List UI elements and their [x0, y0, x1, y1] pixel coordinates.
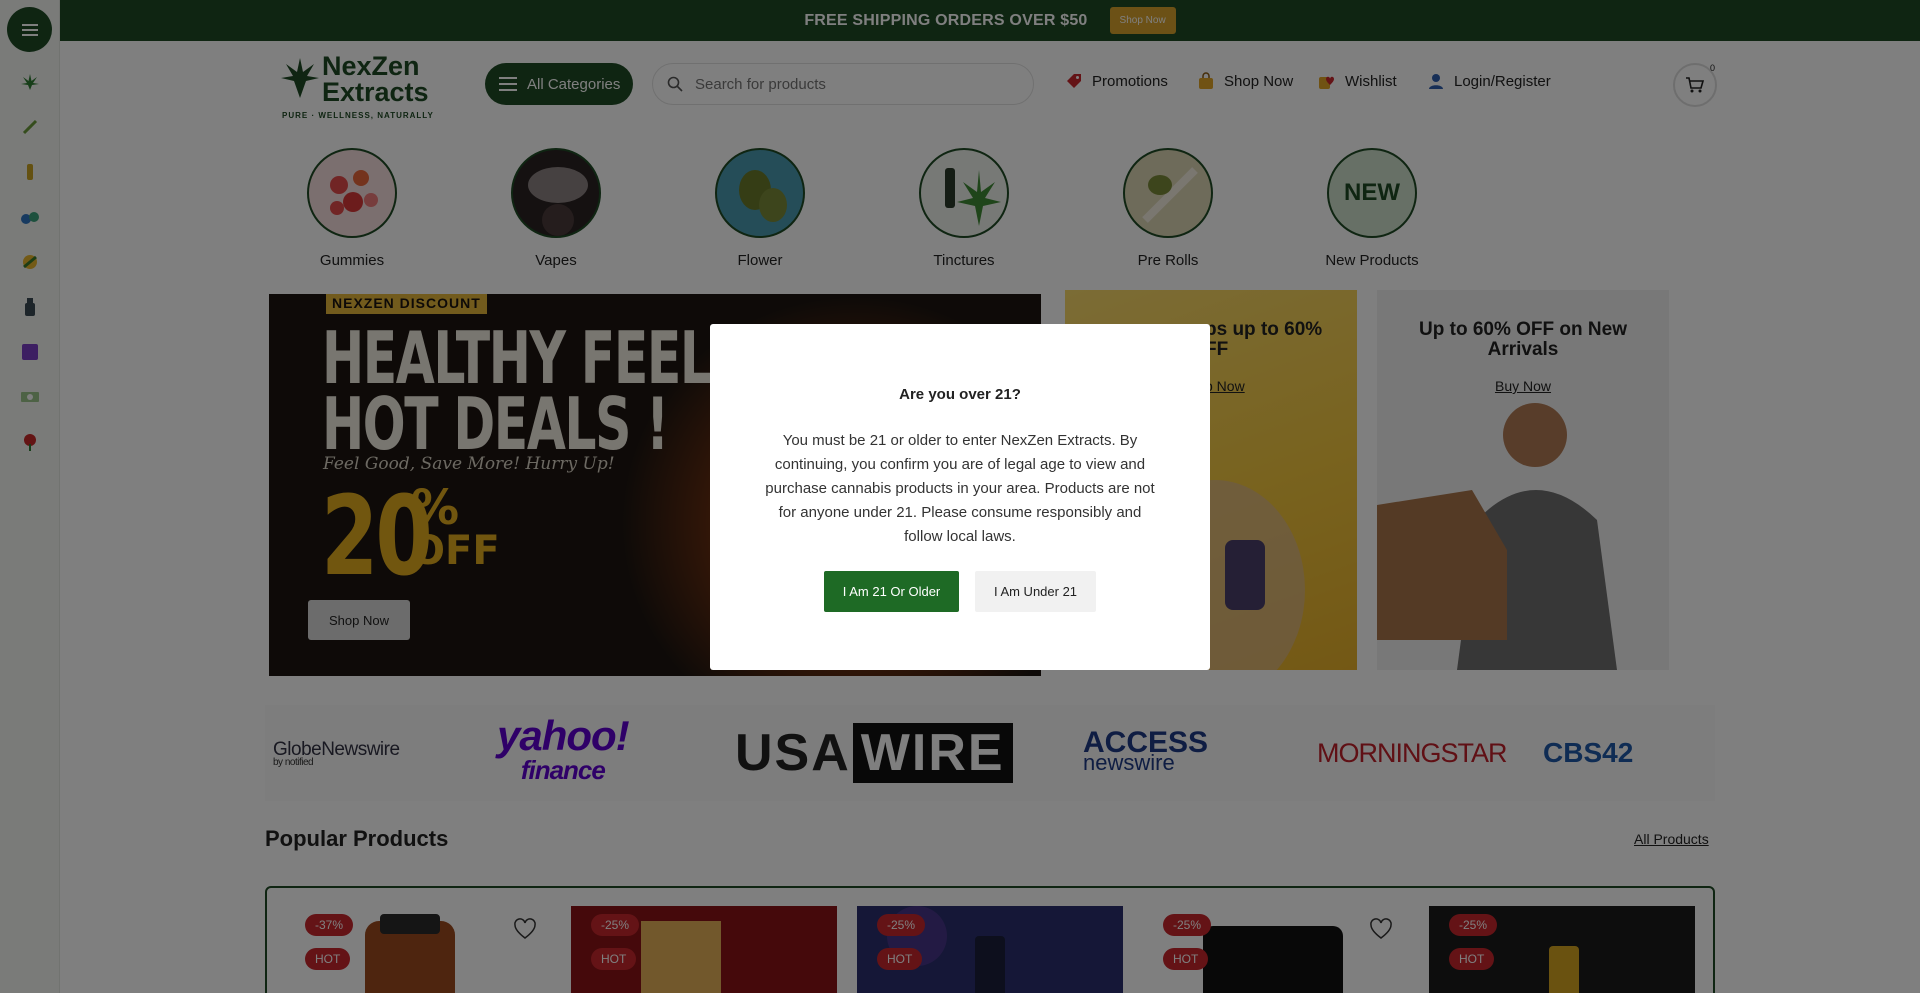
under-21-button[interactable]: I Am Under 21: [975, 571, 1096, 612]
age-verification-modal: Are you over 21? You must be 21 or older…: [710, 324, 1210, 670]
modal-buttons: I Am 21 Or Older I Am Under 21: [710, 571, 1210, 612]
modal-body: You must be 21 or older to enter NexZen …: [765, 432, 1155, 545]
confirm-over-21-button[interactable]: I Am 21 Or Older: [824, 571, 959, 612]
modal-title: Are you over 21?: [899, 386, 1021, 403]
